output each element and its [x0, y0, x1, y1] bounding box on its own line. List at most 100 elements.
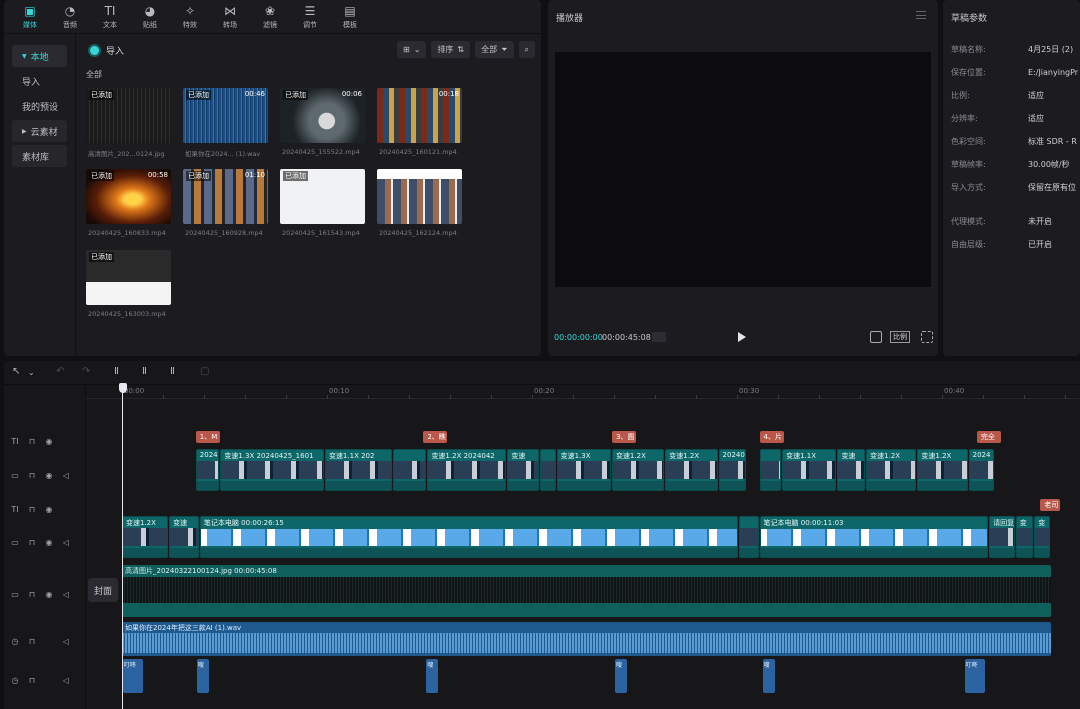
- preview-screen[interactable]: [555, 52, 931, 287]
- main-video-clip[interactable]: [739, 516, 759, 558]
- media-thumbnail[interactable]: 已添加 00:46: [183, 88, 268, 143]
- main-video-clip[interactable]: 变: [1015, 516, 1034, 558]
- sidebar-item[interactable]: 素材库: [12, 145, 67, 167]
- split-icon[interactable]: Ⅱ: [114, 366, 119, 377]
- main-video-clip[interactable]: 变速1.2X: [122, 516, 169, 558]
- tab-transition[interactable]: ⋈ 转场: [210, 0, 250, 34]
- text-clip[interactable]: 4、片: [759, 431, 784, 443]
- video-clip[interactable]: [540, 449, 556, 491]
- media-item[interactable]: 20240425_162124.mp4: [377, 169, 462, 237]
- media-item[interactable]: 已添加 高清图片_202...0124.jpg: [86, 88, 171, 158]
- text-clip[interactable]: 2、瞧: [423, 431, 448, 443]
- eye-icon[interactable]: ◉: [44, 590, 54, 599]
- media-thumbnail[interactable]: 已添加 01:10: [183, 169, 268, 224]
- video-clip[interactable]: 变速1.2X: [917, 449, 968, 491]
- main-video-clip[interactable]: 笔记本电脑 00:00:11:03: [759, 516, 989, 558]
- tab-effects[interactable]: ✧ 特效: [170, 0, 210, 34]
- trim-right-icon[interactable]: Ⅱ: [170, 366, 175, 377]
- volume-icon[interactable]: ◁: [61, 637, 71, 646]
- video-clip[interactable]: 变速1.2X 2024042: [427, 449, 507, 491]
- video-clip[interactable]: 变速1.2X: [611, 449, 665, 491]
- menu-icon[interactable]: [916, 11, 926, 19]
- video-clip[interactable]: 20240: [195, 449, 220, 491]
- image-clip[interactable]: 高清图片_20240322100124.jpg 00:00:45:08: [122, 565, 1051, 617]
- main-video-clip[interactable]: 笔记本电脑 00:00:26:15: [199, 516, 739, 558]
- import-button[interactable]: 导入: [90, 44, 124, 57]
- text-clip[interactable]: 老司: [1040, 499, 1061, 511]
- volume-icon[interactable]: ◁: [61, 471, 71, 480]
- redo-icon[interactable]: ↷: [82, 366, 90, 377]
- media-item[interactable]: 已添加 00:58 20240425_160833.mp4: [86, 169, 171, 237]
- video-clip[interactable]: [759, 449, 782, 491]
- playhead[interactable]: [122, 385, 123, 709]
- lock-icon[interactable]: ⊓: [27, 637, 37, 646]
- main-video-clip[interactable]: 请回复: [989, 516, 1015, 558]
- sound-effect-clip[interactable]: 嗖: [196, 659, 209, 693]
- sidebar-item[interactable]: 导入: [12, 70, 67, 92]
- trim-left-icon[interactable]: Ⅱ: [142, 366, 147, 377]
- media-item[interactable]: 已添加 01:10 20240425_160928.mp4: [183, 169, 268, 237]
- text-clip[interactable]: 3、圊: [611, 431, 636, 443]
- eye-icon[interactable]: ◉: [44, 471, 54, 480]
- media-thumbnail[interactable]: 已添加 00:58: [86, 169, 171, 224]
- audio-track-icon[interactable]: ◷: [10, 676, 20, 685]
- eye-icon[interactable]: ◉: [44, 505, 54, 514]
- video-clip[interactable]: 变速1.3X 20240425_1601: [220, 449, 324, 491]
- timecode-toggle[interactable]: [652, 332, 666, 342]
- media-item[interactable]: 已添加 20240425_161543.mp4: [280, 169, 365, 237]
- fullscreen-icon[interactable]: [921, 331, 933, 343]
- sidebar-item[interactable]: ▶ 云素材: [12, 120, 67, 142]
- main-video-clip[interactable]: 变: [1034, 516, 1050, 558]
- main-video-clip[interactable]: 变速: [169, 516, 199, 558]
- search-button[interactable]: ⌕: [518, 41, 535, 58]
- video-clip[interactable]: [392, 449, 427, 491]
- undo-icon[interactable]: ↶: [56, 366, 64, 377]
- video-clip[interactable]: 变速1.1X 202: [324, 449, 392, 491]
- video-track-icon[interactable]: ▭: [10, 590, 20, 599]
- filter-button[interactable]: 全部 ⏷: [475, 41, 514, 58]
- lock-icon[interactable]: ⊓: [27, 676, 37, 685]
- video-clip[interactable]: 变速1.3X: [556, 449, 611, 491]
- volume-icon[interactable]: ◁: [61, 676, 71, 685]
- video-clip[interactable]: 变速1.2X: [866, 449, 917, 491]
- media-thumbnail[interactable]: 00:18: [377, 88, 462, 143]
- media-thumbnail[interactable]: 已添加 00:06: [280, 88, 365, 143]
- lock-icon[interactable]: ⊓: [27, 437, 37, 446]
- video-track-icon[interactable]: ▭: [10, 538, 20, 547]
- tab-media[interactable]: ▣ 媒体: [10, 0, 50, 34]
- video-clip[interactable]: 变速1.1X: [782, 449, 837, 491]
- media-item[interactable]: 已添加 00:46 如果你在2024... (1).wav: [183, 88, 268, 158]
- sidebar-item[interactable]: ▼ 本地: [12, 45, 67, 67]
- media-thumbnail[interactable]: 已添加: [280, 169, 365, 224]
- sound-effect-clip[interactable]: 叮咚: [123, 659, 144, 693]
- view-mode-button[interactable]: ⊞ ⌄: [397, 41, 427, 58]
- video-clip[interactable]: 变速: [507, 449, 540, 491]
- video-clip[interactable]: 20240: [718, 449, 747, 491]
- tab-template[interactable]: ▤ 模板: [330, 0, 370, 34]
- cover-button[interactable]: 封面: [88, 578, 119, 602]
- media-thumbnail[interactable]: 已添加: [86, 250, 171, 305]
- media-thumbnail[interactable]: 已添加: [86, 88, 171, 143]
- tab-audio[interactable]: ◔ 音频: [50, 0, 90, 34]
- text-clip[interactable]: 完全: [976, 431, 1001, 443]
- play-icon[interactable]: [738, 332, 746, 342]
- eye-icon[interactable]: ◉: [44, 437, 54, 446]
- tab-filter[interactable]: ❀ 滤镜: [250, 0, 290, 34]
- lock-icon[interactable]: ⊓: [27, 590, 37, 599]
- select-tool-icon[interactable]: ↖: [12, 366, 20, 377]
- sidebar-item[interactable]: 我的预设: [12, 95, 67, 117]
- audio-clip[interactable]: 如果你在2024年把这三款AI (1).wav: [122, 622, 1051, 656]
- video-clip[interactable]: 变速1.2X: [665, 449, 718, 491]
- lock-icon[interactable]: ⊓: [27, 538, 37, 547]
- volume-icon[interactable]: ◁: [61, 538, 71, 547]
- text-clip[interactable]: 1、M: [195, 431, 220, 443]
- tab-adjust[interactable]: ☰ 调节: [290, 0, 330, 34]
- lock-icon[interactable]: ⊓: [27, 505, 37, 514]
- video-clip[interactable]: 2024: [968, 449, 995, 491]
- video-track-icon[interactable]: ▭: [10, 471, 20, 480]
- ratio-button[interactable]: 比例: [890, 331, 910, 343]
- eye-icon[interactable]: ◉: [44, 538, 54, 547]
- chevron-down-icon[interactable]: ⌄: [28, 368, 35, 377]
- tab-sticker[interactable]: ◕ 贴纸: [130, 0, 170, 34]
- delete-icon[interactable]: ▢: [200, 366, 209, 377]
